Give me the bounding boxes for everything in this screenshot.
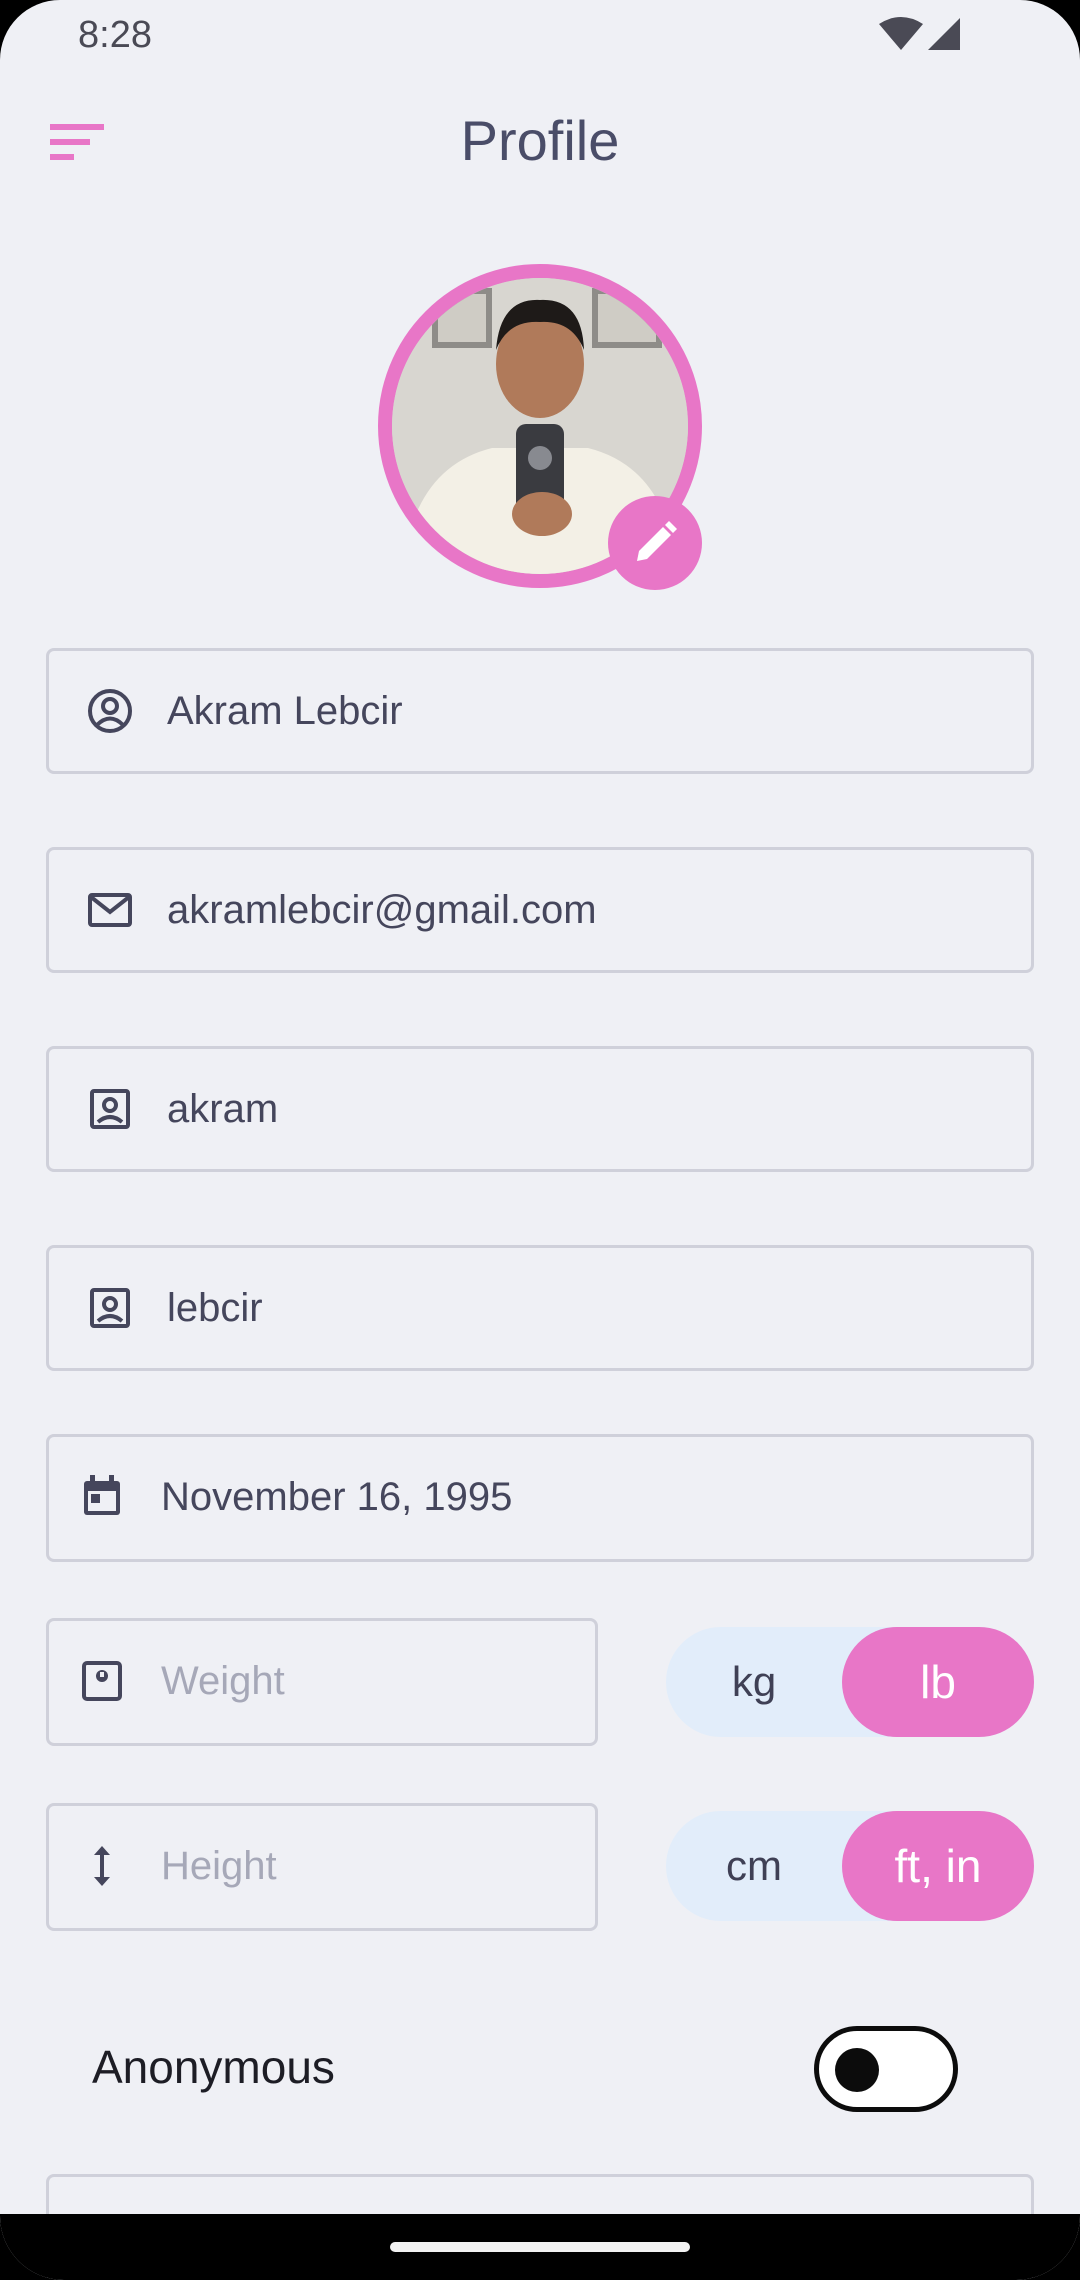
birth-date-field[interactable]: November 16, 1995 bbox=[46, 1434, 1034, 1562]
weight-unit-toggle[interactable]: kg lb bbox=[666, 1627, 1034, 1737]
signal-icon bbox=[928, 18, 960, 50]
contact-portrait-icon bbox=[90, 1288, 130, 1328]
contact-portrait-icon bbox=[90, 1089, 130, 1129]
weight-placeholder: Weight bbox=[161, 1659, 285, 1703]
account-circle-icon bbox=[88, 689, 132, 733]
scale-icon bbox=[82, 1661, 122, 1701]
calendar-icon bbox=[84, 1475, 120, 1515]
height-placeholder: Height bbox=[161, 1844, 277, 1888]
switch-knob bbox=[835, 2048, 879, 2092]
page-title: Profile bbox=[460, 109, 620, 172]
home-indicator[interactable] bbox=[390, 2242, 690, 2252]
height-arrow-icon bbox=[94, 1846, 110, 1886]
unit-lb-option[interactable]: lb bbox=[842, 1627, 1034, 1737]
mail-icon bbox=[88, 893, 132, 927]
pencil-icon bbox=[637, 521, 677, 561]
weight-field[interactable]: Weight bbox=[46, 1618, 598, 1746]
anonymous-label: Anonymous bbox=[92, 2041, 335, 2093]
email-value: akramlebcir@gmail.com bbox=[167, 888, 597, 932]
full-name-field[interactable]: Akram Lebcir bbox=[46, 648, 1034, 774]
first-name-value: akram bbox=[167, 1087, 279, 1131]
birth-date-value: November 16, 1995 bbox=[161, 1475, 513, 1519]
status-bar: 8:28 bbox=[0, 0, 1080, 70]
height-field[interactable]: Height bbox=[46, 1803, 598, 1931]
unit-ft-in-option[interactable]: ft, in bbox=[842, 1811, 1034, 1921]
anonymous-switch[interactable] bbox=[814, 2026, 958, 2112]
last-name-value: lebcir bbox=[167, 1286, 263, 1330]
unit-cm-option[interactable]: cm bbox=[666, 1811, 842, 1921]
edit-avatar-button[interactable] bbox=[608, 496, 702, 590]
height-unit-toggle[interactable]: cm ft, in bbox=[666, 1811, 1034, 1921]
status-time: 8:28 bbox=[78, 14, 152, 56]
wifi-icon bbox=[879, 17, 923, 50]
first-name-field[interactable]: akram bbox=[46, 1046, 1034, 1172]
profile-screen: 8:28 Profile Akram Lebcir akramlebcir@gm… bbox=[0, 0, 1080, 2280]
full-name-value: Akram Lebcir bbox=[167, 689, 403, 733]
unit-kg-option[interactable]: kg bbox=[666, 1627, 842, 1737]
last-name-field[interactable]: lebcir bbox=[46, 1245, 1034, 1371]
email-field[interactable]: akramlebcir@gmail.com bbox=[46, 847, 1034, 973]
